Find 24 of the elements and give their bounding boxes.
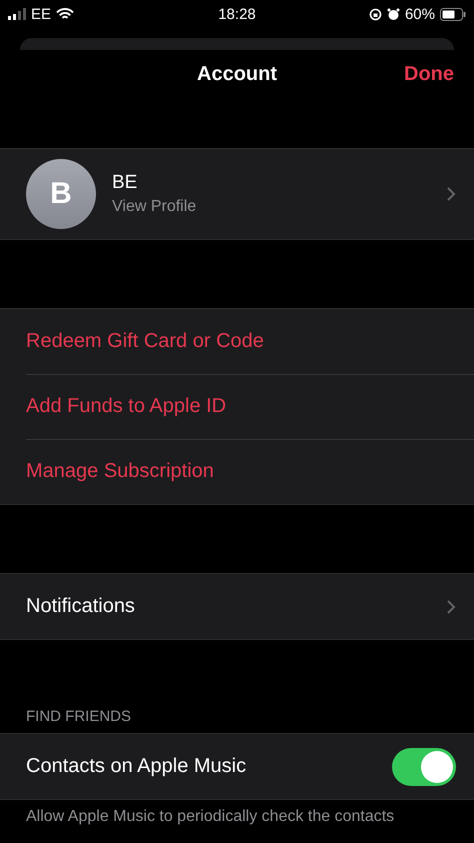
- profile-subtitle: View Profile: [112, 198, 198, 216]
- clock-time: 18:28: [218, 6, 256, 22]
- action-link[interactable]: Add Funds to Apple ID: [26, 395, 456, 418]
- battery-icon: [440, 8, 466, 20]
- carrier-label: EE: [31, 6, 52, 22]
- setting-label: Contacts on Apple Music: [26, 755, 248, 778]
- done-button[interactable]: Done: [404, 62, 454, 86]
- profile-name: BE: [112, 172, 138, 194]
- signal-icon: [8, 8, 26, 20]
- wifi-icon: [56, 8, 74, 20]
- section-header: FIND FRIENDS: [25, 708, 132, 727]
- rotation-lock-icon: [368, 8, 382, 20]
- nav-title: Account: [197, 62, 277, 86]
- toggle-switch[interactable]: [392, 748, 456, 786]
- chevron-icon: [446, 186, 456, 202]
- notifications-row[interactable]: Notifications: [0, 574, 474, 639]
- avatar: B: [26, 159, 96, 229]
- chevron-icon: [446, 598, 456, 614]
- action-link[interactable]: Redeem Gift Card or Code: [26, 330, 456, 353]
- battery-percent: 60%: [404, 6, 435, 22]
- footer-note: Allow Apple Music to periodically check the contacts: [25, 807, 396, 826]
- alarm-icon: [386, 8, 400, 20]
- action-link[interactable]: Manage Subscription: [26, 460, 456, 483]
- profile-row[interactable]: B BE View Profile: [0, 149, 474, 239]
